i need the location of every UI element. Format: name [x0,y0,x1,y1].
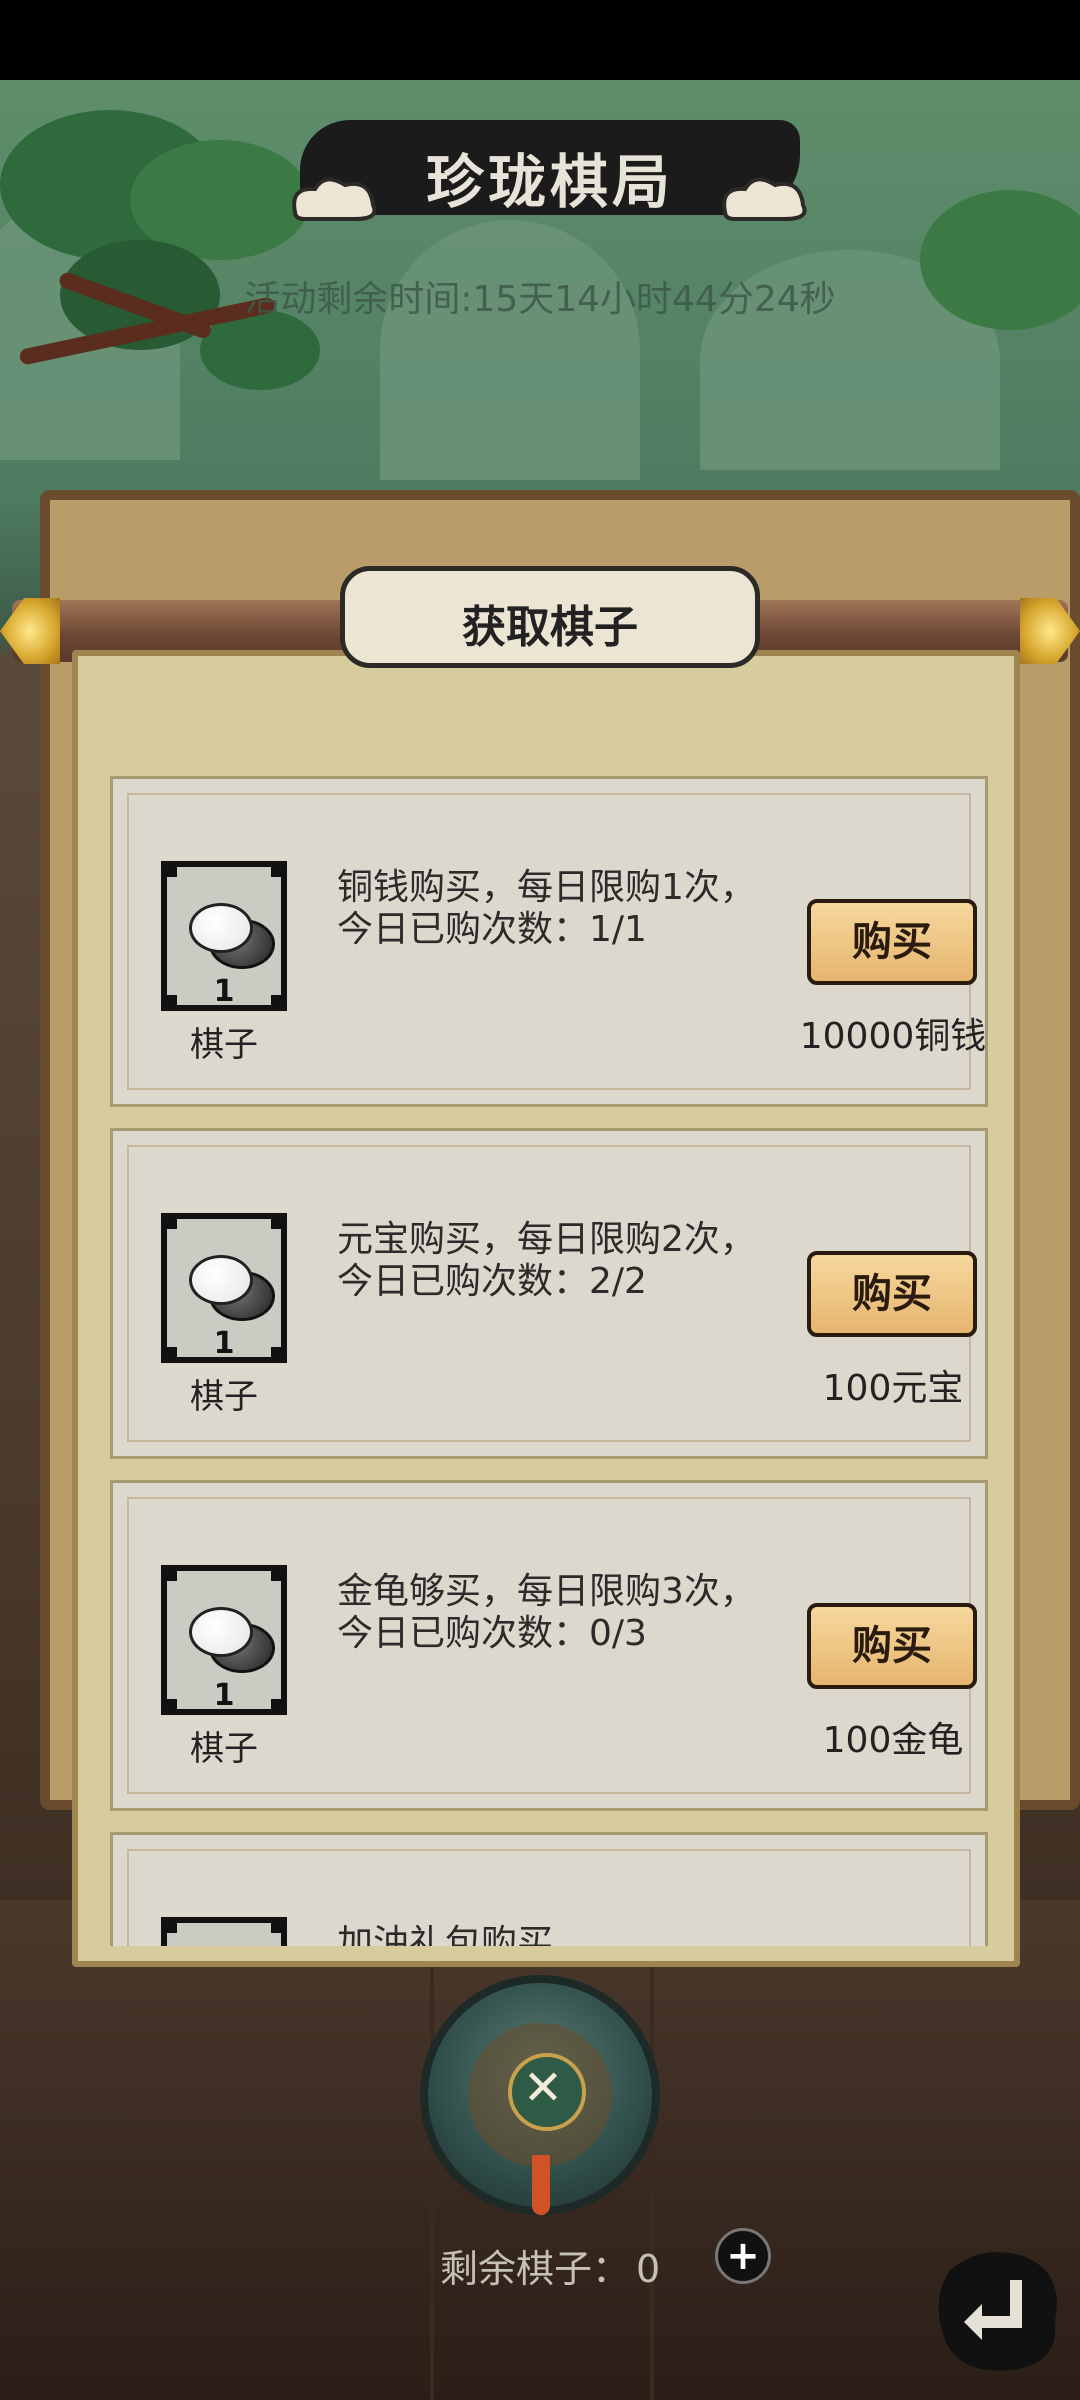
item-description: 铜钱购买，每日限购1次， 今日已购次数：1/1 [337,867,756,950]
white-stone-icon [189,1607,253,1657]
item-name: 棋子 [190,1377,258,1417]
get-pieces-dialog: 1 棋子 铜钱购买，每日限购1次， 今日已购次数：1/1 购买 10000铜钱 … [72,650,1020,1967]
dialog-title-box: 获取棋子 [340,566,760,668]
page-title-banner: 珍珑棋局 [280,105,820,235]
list-item: 加油礼包购买 购买 [110,1832,988,1946]
list-item: 1 棋子 元宝购买，每日限购2次， 今日已购次数：2/2 购买 100元宝 [110,1128,988,1459]
item-name: 棋子 [190,1025,258,1065]
status-bar [0,0,1080,80]
item-description: 元宝购买，每日限购2次， 今日已购次数：2/2 [337,1219,756,1302]
buy-button[interactable]: 购买 [807,1603,977,1689]
item-thumbnail: 1 [161,1565,287,1715]
remaining-pieces-label: 剩余棋子： [440,2247,631,2291]
item-description: 加油礼包购买 [337,1923,554,1946]
item-price: 10000铜钱 [799,1016,987,1057]
page-title: 珍珑棋局 [425,148,674,216]
item-list[interactable]: 1 棋子 铜钱购买，每日限购1次， 今日已购次数：1/1 购买 10000铜钱 … [90,706,1002,1946]
tassel-icon [532,2155,550,2215]
add-pieces-button[interactable]: + [715,2228,771,2284]
remaining-pieces: 剩余棋子： 0 [440,2238,660,2293]
remaining-pieces-value: 0 [636,2247,661,2291]
item-description: 金龟够买，每日限购3次， 今日已购次数：0/3 [337,1571,756,1654]
item-count: 1 [213,1326,235,1361]
dialog-title: 获取棋子 [462,602,638,653]
item-name: 棋子 [190,1729,258,1769]
list-item: 1 棋子 金龟够买，每日限购3次， 今日已购次数：0/3 购买 100金龟 [110,1480,988,1811]
white-stone-icon [189,1255,253,1305]
list-item: 1 棋子 铜钱购买，每日限购1次， 今日已购次数：1/1 购买 10000铜钱 [110,776,988,1107]
back-button[interactable] [930,2240,1070,2380]
item-count: 1 [213,974,235,1009]
back-arrow-icon [938,2252,1057,2371]
crossed-tools-icon: ✕ [522,2060,564,2116]
plus-icon: + [726,2233,760,2279]
item-thumbnail: 1 [161,861,287,1011]
buy-button[interactable]: 购买 [807,1251,977,1337]
item-price: 100金龟 [822,1720,964,1761]
event-countdown: 活动剩余时间:15天14小时44分24秒 [244,279,836,320]
white-stone-icon [189,903,253,953]
item-count: 1 [213,1678,235,1713]
buy-button[interactable]: 购买 [807,899,977,985]
item-thumbnail: 1 [161,1213,287,1363]
item-price: 100元宝 [822,1368,964,1409]
item-thumbnail [161,1917,287,1946]
